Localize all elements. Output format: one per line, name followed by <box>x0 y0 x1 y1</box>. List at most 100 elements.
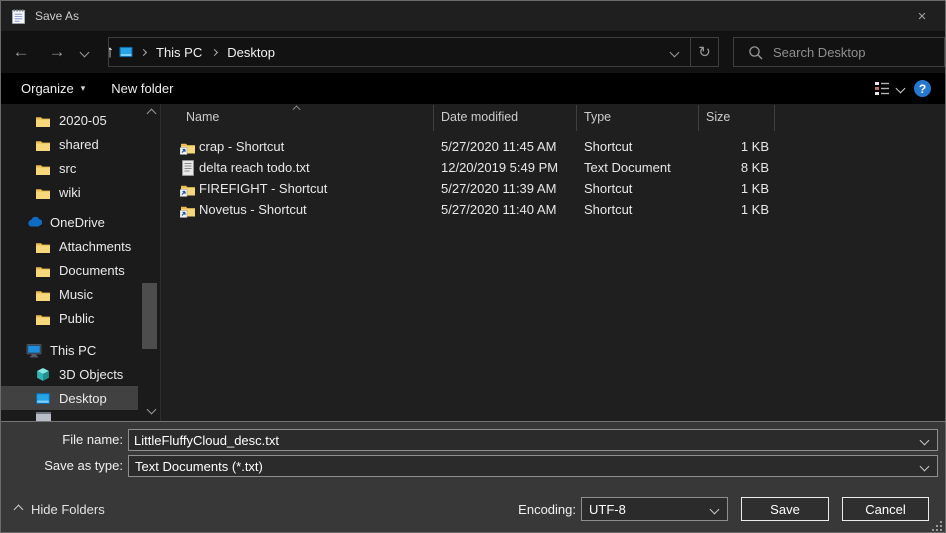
onedrive-cloud-icon <box>25 216 43 228</box>
encoding-label: Encoding: <box>458 502 576 517</box>
breadcrumb-separator-icon <box>211 48 218 55</box>
sidebar-item-label: This PC <box>50 343 96 358</box>
sidebar-item-label: wiki <box>59 185 81 200</box>
search-input[interactable] <box>773 45 933 60</box>
sidebar-item-music[interactable]: Music <box>1 282 138 306</box>
folder-icon <box>34 138 52 151</box>
save-as-type-select[interactable]: Text Documents (*.txt) <box>128 455 938 477</box>
list-view-icon <box>874 81 890 96</box>
sidebar-item-this-pc[interactable]: This PC <box>1 338 138 362</box>
file-name: crap - Shortcut <box>199 139 284 154</box>
sidebar-item-public[interactable]: Public <box>1 306 138 330</box>
folder-icon <box>34 264 52 277</box>
breadcrumb-separator-icon <box>140 48 147 55</box>
sidebar-scrollbar-thumb[interactable] <box>142 283 157 349</box>
organize-button[interactable]: Organize ▾ <box>21 81 85 96</box>
chevron-down-icon <box>79 48 89 58</box>
save-as-dialog: Save As × ← → ↑ This PC Desktop ↻ Organi… <box>0 0 946 533</box>
file-size: 1 KB <box>706 202 769 217</box>
recent-locations-dropdown[interactable] <box>73 43 95 61</box>
folder-icon <box>34 312 52 325</box>
new-folder-button[interactable]: New folder <box>111 81 173 96</box>
sidebar-item-label: 3D Objects <box>59 367 123 382</box>
file-name: FIREFIGHT - Shortcut <box>199 181 327 196</box>
address-bar[interactable]: This PC Desktop ↻ <box>108 37 719 67</box>
folder-icon <box>34 240 52 253</box>
file-row-firefight-shortcut[interactable]: FIREFIGHT - Shortcut 5/27/2020 11:39 AM … <box>161 179 946 200</box>
file-list-header: Name Date modified Type Size <box>161 104 946 131</box>
folder-icon <box>34 186 52 199</box>
file-date: 5/27/2020 11:45 AM <box>441 139 556 154</box>
sidebar-item-label: OneDrive <box>50 215 105 230</box>
navigation-pane: 2020-05 shared src wiki OneDrive Attachm… <box>1 104 161 421</box>
file-row-novetus-shortcut[interactable]: Novetus - Shortcut 5/27/2020 11:40 AM Sh… <box>161 200 946 221</box>
column-divider[interactable] <box>698 105 699 131</box>
column-divider[interactable] <box>774 105 775 131</box>
close-button[interactable]: × <box>899 1 945 31</box>
folder-icon <box>34 162 52 175</box>
folder-shortcut-icon <box>180 181 196 197</box>
sort-ascending-icon <box>293 106 301 114</box>
sidebar-item-documents[interactable]: Documents <box>1 258 138 282</box>
sidebar-item-src[interactable]: src <box>1 156 138 180</box>
folder-shortcut-icon <box>180 139 196 155</box>
change-view-button[interactable] <box>874 81 904 96</box>
file-row-delta-reach-todo[interactable]: delta reach todo.txt 12/20/2019 5:49 PM … <box>161 158 946 179</box>
file-type: Shortcut <box>584 139 632 154</box>
content-area: 2020-05 shared src wiki OneDrive Attachm… <box>1 104 945 421</box>
partially-visible-item-icon <box>36 412 51 421</box>
chevron-down-icon <box>920 461 930 471</box>
cancel-button[interactable]: Cancel <box>842 497 929 521</box>
breadcrumb-this-pc[interactable]: This PC <box>152 45 206 60</box>
column-header-type[interactable]: Type <box>584 110 611 124</box>
sidebar-item-wiki[interactable]: wiki <box>1 180 138 204</box>
file-name-combobox[interactable] <box>128 429 938 451</box>
sidebar-item-2020-05[interactable]: 2020-05 <box>1 108 138 132</box>
file-name-input[interactable] <box>134 431 904 449</box>
column-header-name[interactable]: Name <box>186 110 219 124</box>
refresh-button[interactable]: ↻ <box>690 38 718 66</box>
save-as-type-label: Save as type: <box>5 458 123 473</box>
resize-grip[interactable] <box>932 521 942 531</box>
chevron-down-icon <box>710 504 720 514</box>
column-header-date-modified[interactable]: Date modified <box>441 110 518 124</box>
column-header-size[interactable]: Size <box>706 110 730 124</box>
help-button[interactable]: ? <box>914 80 931 97</box>
file-name: delta reach todo.txt <box>199 160 310 175</box>
sidebar-item-label: Music <box>59 287 93 302</box>
file-size: 1 KB <box>706 139 769 154</box>
search-box[interactable] <box>733 37 945 67</box>
column-divider[interactable] <box>576 105 577 131</box>
computer-monitor-icon <box>25 343 43 358</box>
sidebar-item-label: Attachments <box>59 239 131 254</box>
file-date: 5/27/2020 11:39 AM <box>441 181 556 196</box>
file-type: Text Document <box>584 160 671 175</box>
column-divider[interactable] <box>433 105 434 131</box>
encoding-select[interactable]: UTF-8 <box>581 497 728 521</box>
sidebar-item-label: 2020-05 <box>59 113 107 128</box>
scroll-up-icon[interactable] <box>147 109 157 119</box>
folder-icon <box>34 288 52 301</box>
sidebar-item-attachments[interactable]: Attachments <box>1 234 138 258</box>
file-row-crap-shortcut[interactable]: crap - Shortcut 5/27/2020 11:45 AM Short… <box>161 137 946 158</box>
sidebar-item-label: src <box>59 161 76 176</box>
triangle-down-icon: ▾ <box>81 83 86 94</box>
encoding-value: UTF-8 <box>589 502 626 517</box>
breadcrumb-desktop[interactable]: Desktop <box>223 45 279 60</box>
forward-button[interactable]: → <box>41 42 73 62</box>
back-button[interactable]: ← <box>1 42 41 62</box>
file-size: 8 KB <box>706 160 769 175</box>
address-dropdown-button[interactable] <box>658 43 690 61</box>
file-type: Shortcut <box>584 202 632 217</box>
desktop-screen-icon <box>34 391 52 406</box>
sidebar-item-desktop[interactable]: Desktop <box>1 386 138 410</box>
sidebar-item-onedrive[interactable]: OneDrive <box>1 210 138 234</box>
scroll-down-icon[interactable] <box>147 405 157 415</box>
hide-folders-button[interactable]: Hide Folders <box>15 502 105 517</box>
chevron-up-icon <box>14 505 24 515</box>
save-button[interactable]: Save <box>741 497 829 521</box>
sidebar-item-3d-objects[interactable]: 3D Objects <box>1 362 138 386</box>
sidebar-item-shared[interactable]: shared <box>1 132 138 156</box>
organize-label: Organize <box>21 81 74 96</box>
chevron-down-icon <box>920 435 930 445</box>
